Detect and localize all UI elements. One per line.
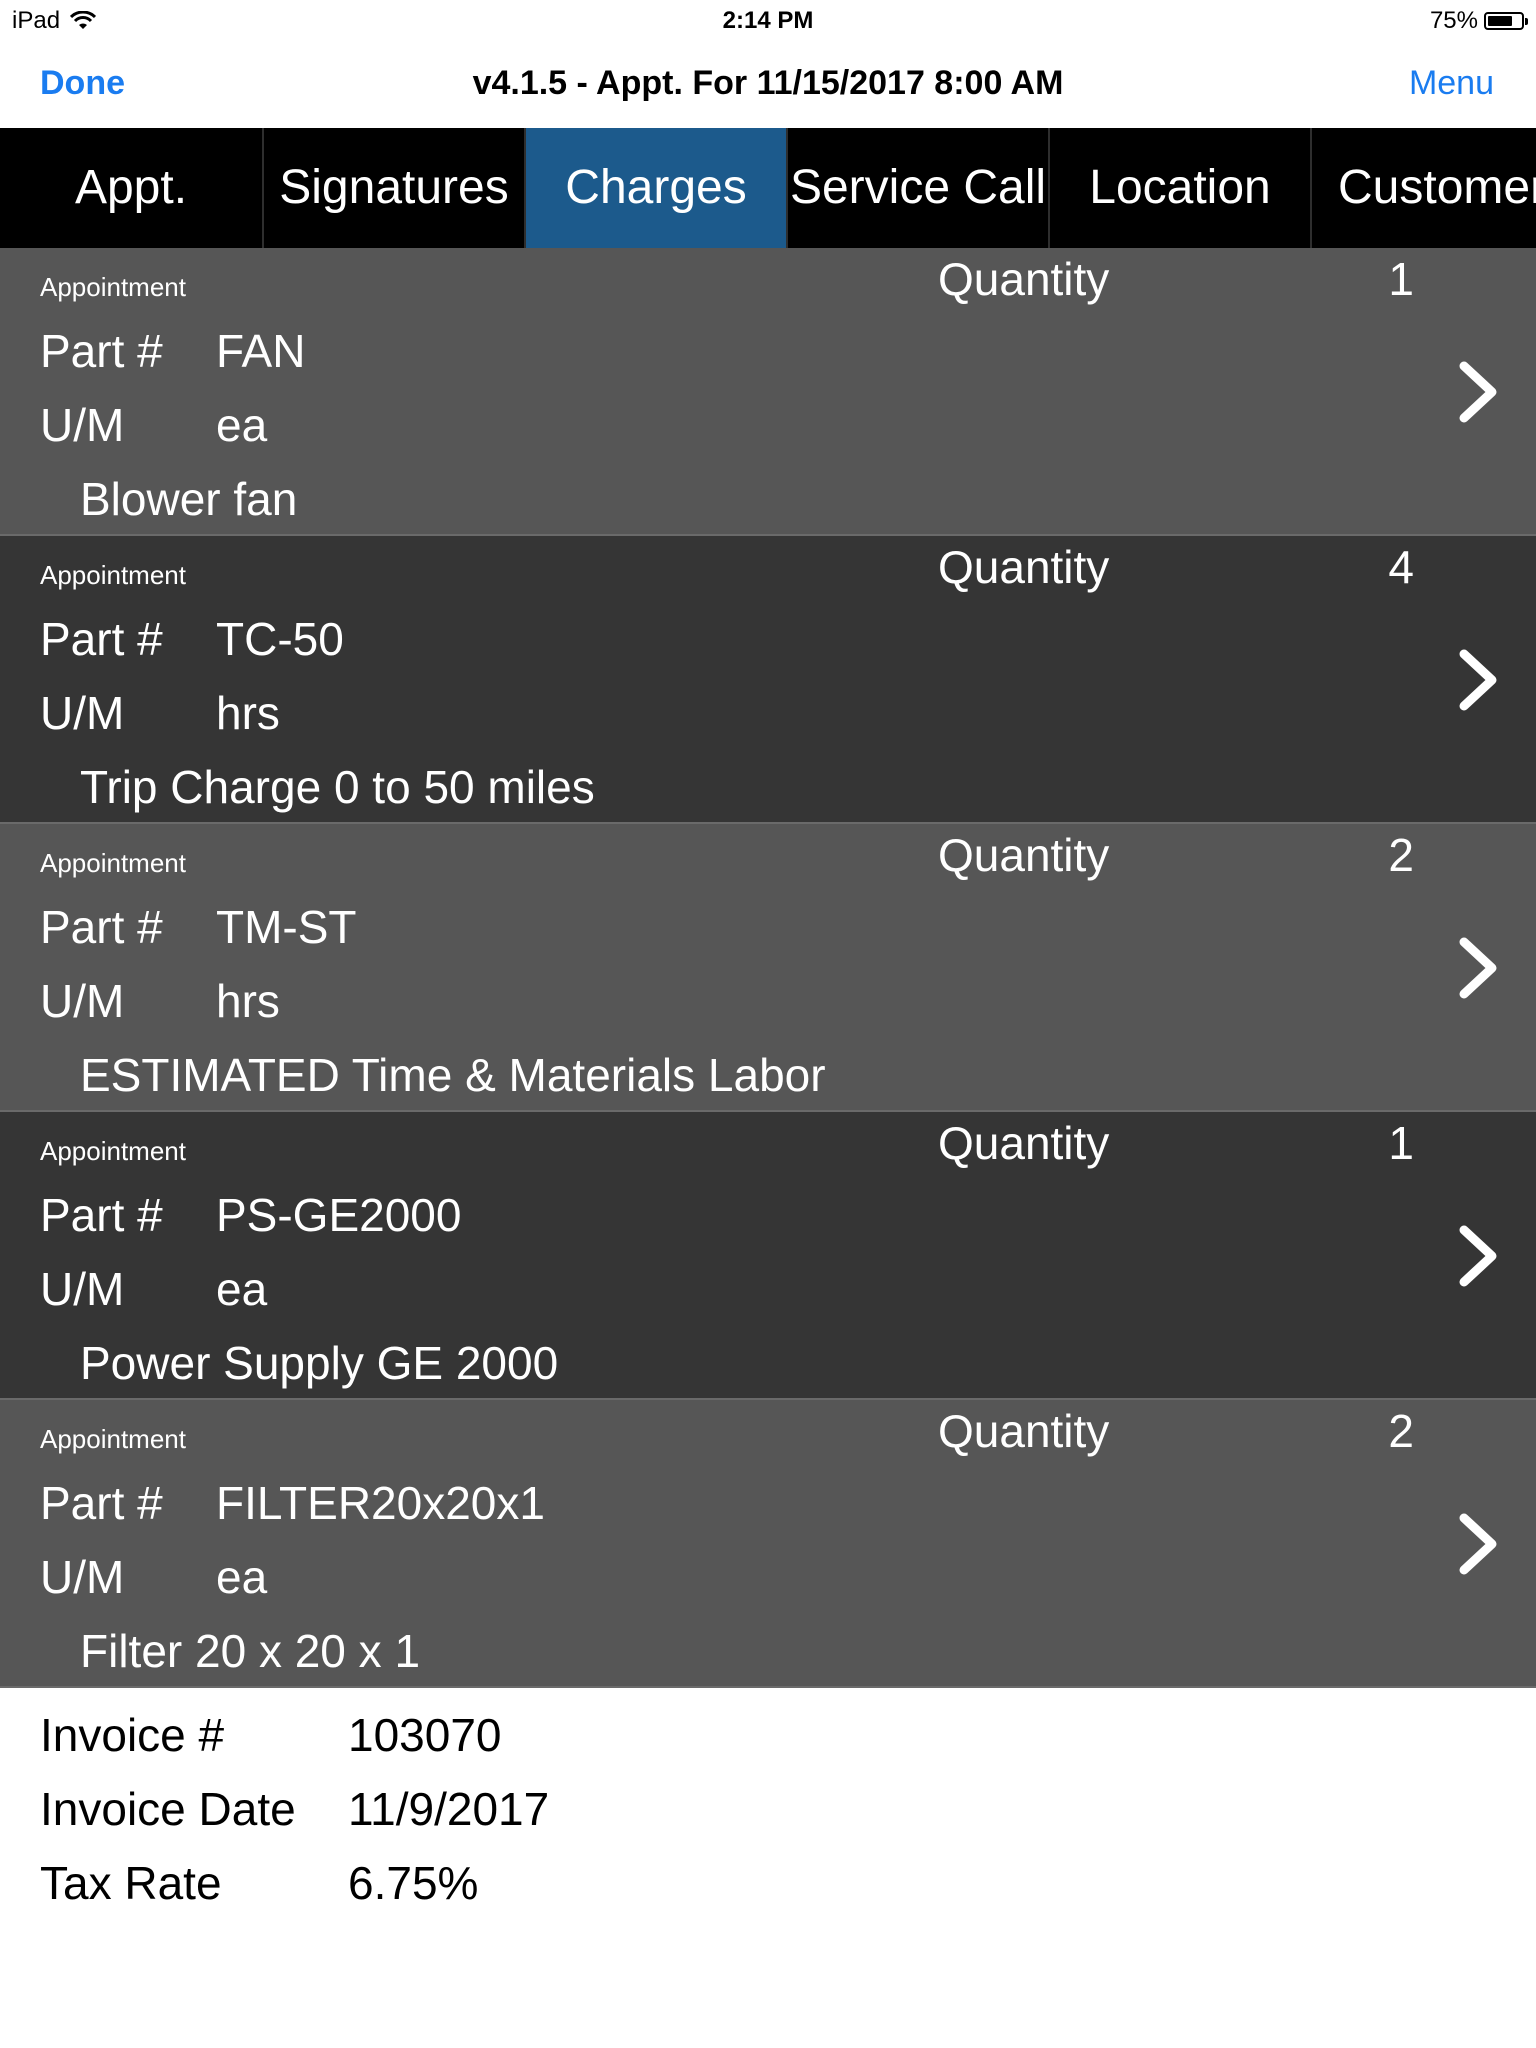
tax-rate-value: 6.75% — [348, 1857, 479, 1909]
um-label: U/M — [40, 1263, 125, 1315]
page-title: v4.1.5 - Appt. For 11/15/2017 8:00 AM — [472, 64, 1064, 102]
tax-rate-row: Tax Rate 6.75% — [0, 1848, 1536, 1922]
part-label: Part # — [40, 613, 163, 665]
invoice-number-label: Invoice # — [40, 1709, 225, 1761]
status-bar: iPad 2:14 PM 75% — [0, 0, 1536, 40]
tab-signatures[interactable]: Signatures — [262, 128, 524, 248]
battery-fill — [1488, 16, 1512, 26]
invoice-date-value: 11/9/2017 — [348, 1783, 550, 1835]
quantity-value: 4 — [1388, 541, 1414, 593]
invoice-summary: Invoice # 103070 Invoice Date 11/9/2017 … — [0, 1700, 1536, 1922]
charge-source: Appointment — [40, 560, 186, 590]
chevron-right-icon[interactable] — [1456, 1224, 1500, 1288]
um-label: U/M — [40, 1551, 125, 1603]
um-label: U/M — [40, 399, 125, 451]
status-right: 75% — [1429, 7, 1528, 35]
part-label: Part # — [40, 325, 163, 377]
charge-source: Appointment — [40, 1424, 186, 1454]
tab-charges[interactable]: Charges — [524, 128, 786, 248]
menu-button[interactable]: Menu — [1409, 64, 1494, 103]
charge-source: Appointment — [40, 272, 186, 302]
charge-row[interactable]: Appointment Quantity 1 Part # FAN U/M ea… — [0, 248, 1536, 536]
part-label: Part # — [40, 1189, 163, 1241]
battery-percent: 75% — [1429, 7, 1478, 34]
invoice-number-value: 103070 — [348, 1709, 502, 1761]
um-value: hrs — [216, 687, 280, 739]
part-label: Part # — [40, 901, 163, 953]
tab-service-call[interactable]: Service Call — [786, 128, 1048, 248]
charge-row[interactable]: Appointment Quantity 2 Part # TM-ST U/M … — [0, 824, 1536, 1112]
chevron-right-icon[interactable] — [1456, 648, 1500, 712]
charge-source: Appointment — [40, 848, 186, 878]
part-value: FAN — [216, 325, 306, 377]
charge-source: Appointment — [40, 1136, 186, 1166]
charge-description: Filter 20 x 20 x 1 — [80, 1625, 421, 1677]
charge-row[interactable]: Appointment Quantity 1 Part # PS-GE2000 … — [0, 1112, 1536, 1400]
charge-description: Power Supply GE 2000 — [80, 1337, 559, 1389]
tab-bar: Appt. Signatures Charges Service Call Lo… — [0, 128, 1536, 248]
quantity-label: Quantity — [938, 1405, 1110, 1457]
charge-row[interactable]: Appointment Quantity 2 Part # FILTER20x2… — [0, 1400, 1536, 1688]
done-button[interactable]: Done — [40, 64, 125, 103]
um-label: U/M — [40, 687, 125, 739]
status-time: 2:14 PM — [722, 7, 814, 34]
part-value: PS-GE2000 — [216, 1189, 462, 1241]
charge-description: ESTIMATED Time & Materials Labor — [80, 1049, 826, 1101]
part-value: FILTER20x20x1 — [216, 1477, 545, 1529]
quantity-value: 2 — [1388, 1405, 1414, 1457]
invoice-number-row: Invoice # 103070 — [0, 1700, 1536, 1774]
tab-customer[interactable]: Customer — [1310, 128, 1536, 248]
um-value: ea — [216, 1263, 268, 1315]
quantity-label: Quantity — [938, 253, 1110, 305]
charges-list: Appointment Quantity 1 Part # FAN U/M ea… — [0, 248, 1536, 1688]
navigation-bar: Done v4.1.5 - Appt. For 11/15/2017 8:00 … — [0, 40, 1536, 128]
battery-icon — [1484, 12, 1528, 30]
invoice-date-label: Invoice Date — [40, 1783, 296, 1835]
chevron-right-icon[interactable] — [1456, 1512, 1500, 1576]
charge-description: Trip Charge 0 to 50 miles — [80, 761, 595, 813]
chevron-right-icon[interactable] — [1456, 936, 1500, 1000]
part-value: TC-50 — [216, 613, 344, 665]
tax-rate-label: Tax Rate — [40, 1857, 222, 1909]
quantity-label: Quantity — [938, 1117, 1110, 1169]
chevron-right-icon[interactable] — [1456, 360, 1500, 424]
um-value: ea — [216, 399, 268, 451]
charge-description: Blower fan — [80, 473, 298, 525]
um-value: ea — [216, 1551, 268, 1603]
part-value: TM-ST — [216, 901, 357, 953]
um-value: hrs — [216, 975, 280, 1027]
quantity-value: 2 — [1388, 829, 1414, 881]
quantity-label: Quantity — [938, 541, 1110, 593]
tab-appt[interactable]: Appt. — [0, 128, 262, 248]
quantity-label: Quantity — [938, 829, 1110, 881]
um-label: U/M — [40, 975, 125, 1027]
quantity-value: 1 — [1388, 1117, 1414, 1169]
tab-location[interactable]: Location — [1048, 128, 1310, 248]
quantity-value: 1 — [1388, 253, 1414, 305]
part-label: Part # — [40, 1477, 163, 1529]
invoice-date-row: Invoice Date 11/9/2017 — [0, 1774, 1536, 1848]
charge-row[interactable]: Appointment Quantity 4 Part # TC-50 U/M … — [0, 536, 1536, 824]
